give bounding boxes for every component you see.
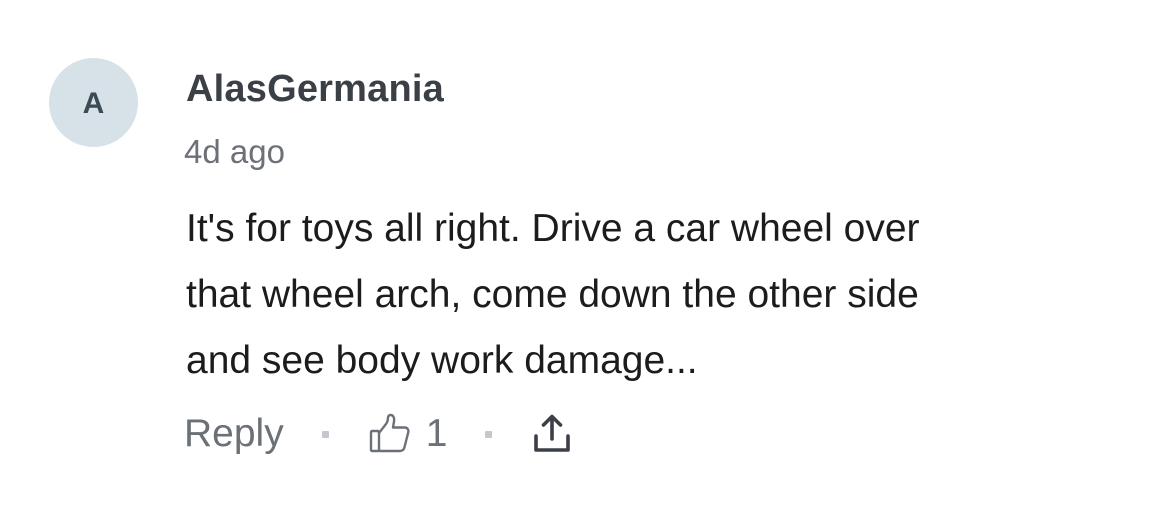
reply-button[interactable]: Reply — [184, 406, 284, 462]
comment-body: It's for toys all right. Drive a car whe… — [186, 196, 1086, 394]
avatar[interactable]: A — [49, 58, 138, 147]
comment-body-line: that wheel arch, come down the other sid… — [186, 273, 919, 316]
separator-dot — [321, 430, 329, 438]
like-count: 1 — [425, 412, 448, 455]
comment-timestamp: 4d ago — [184, 133, 285, 170]
comment-card: A AlasGermania 4d ago It's for toys all … — [0, 0, 1170, 508]
comment-body-line: and see body work damage... — [186, 339, 698, 382]
thumbs-up-icon — [369, 413, 410, 453]
avatar-initial: A — [82, 86, 105, 120]
like-button[interactable]: 1 — [368, 406, 448, 462]
comment-body-line: It's for toys all right. Drive a car whe… — [186, 207, 920, 250]
separator-dot — [485, 430, 493, 438]
share-button[interactable] — [532, 412, 572, 456]
comment-username[interactable]: AlasGermania — [186, 66, 444, 112]
share-icon — [534, 414, 571, 452]
comment-actions: Reply 1 — [184, 406, 572, 462]
